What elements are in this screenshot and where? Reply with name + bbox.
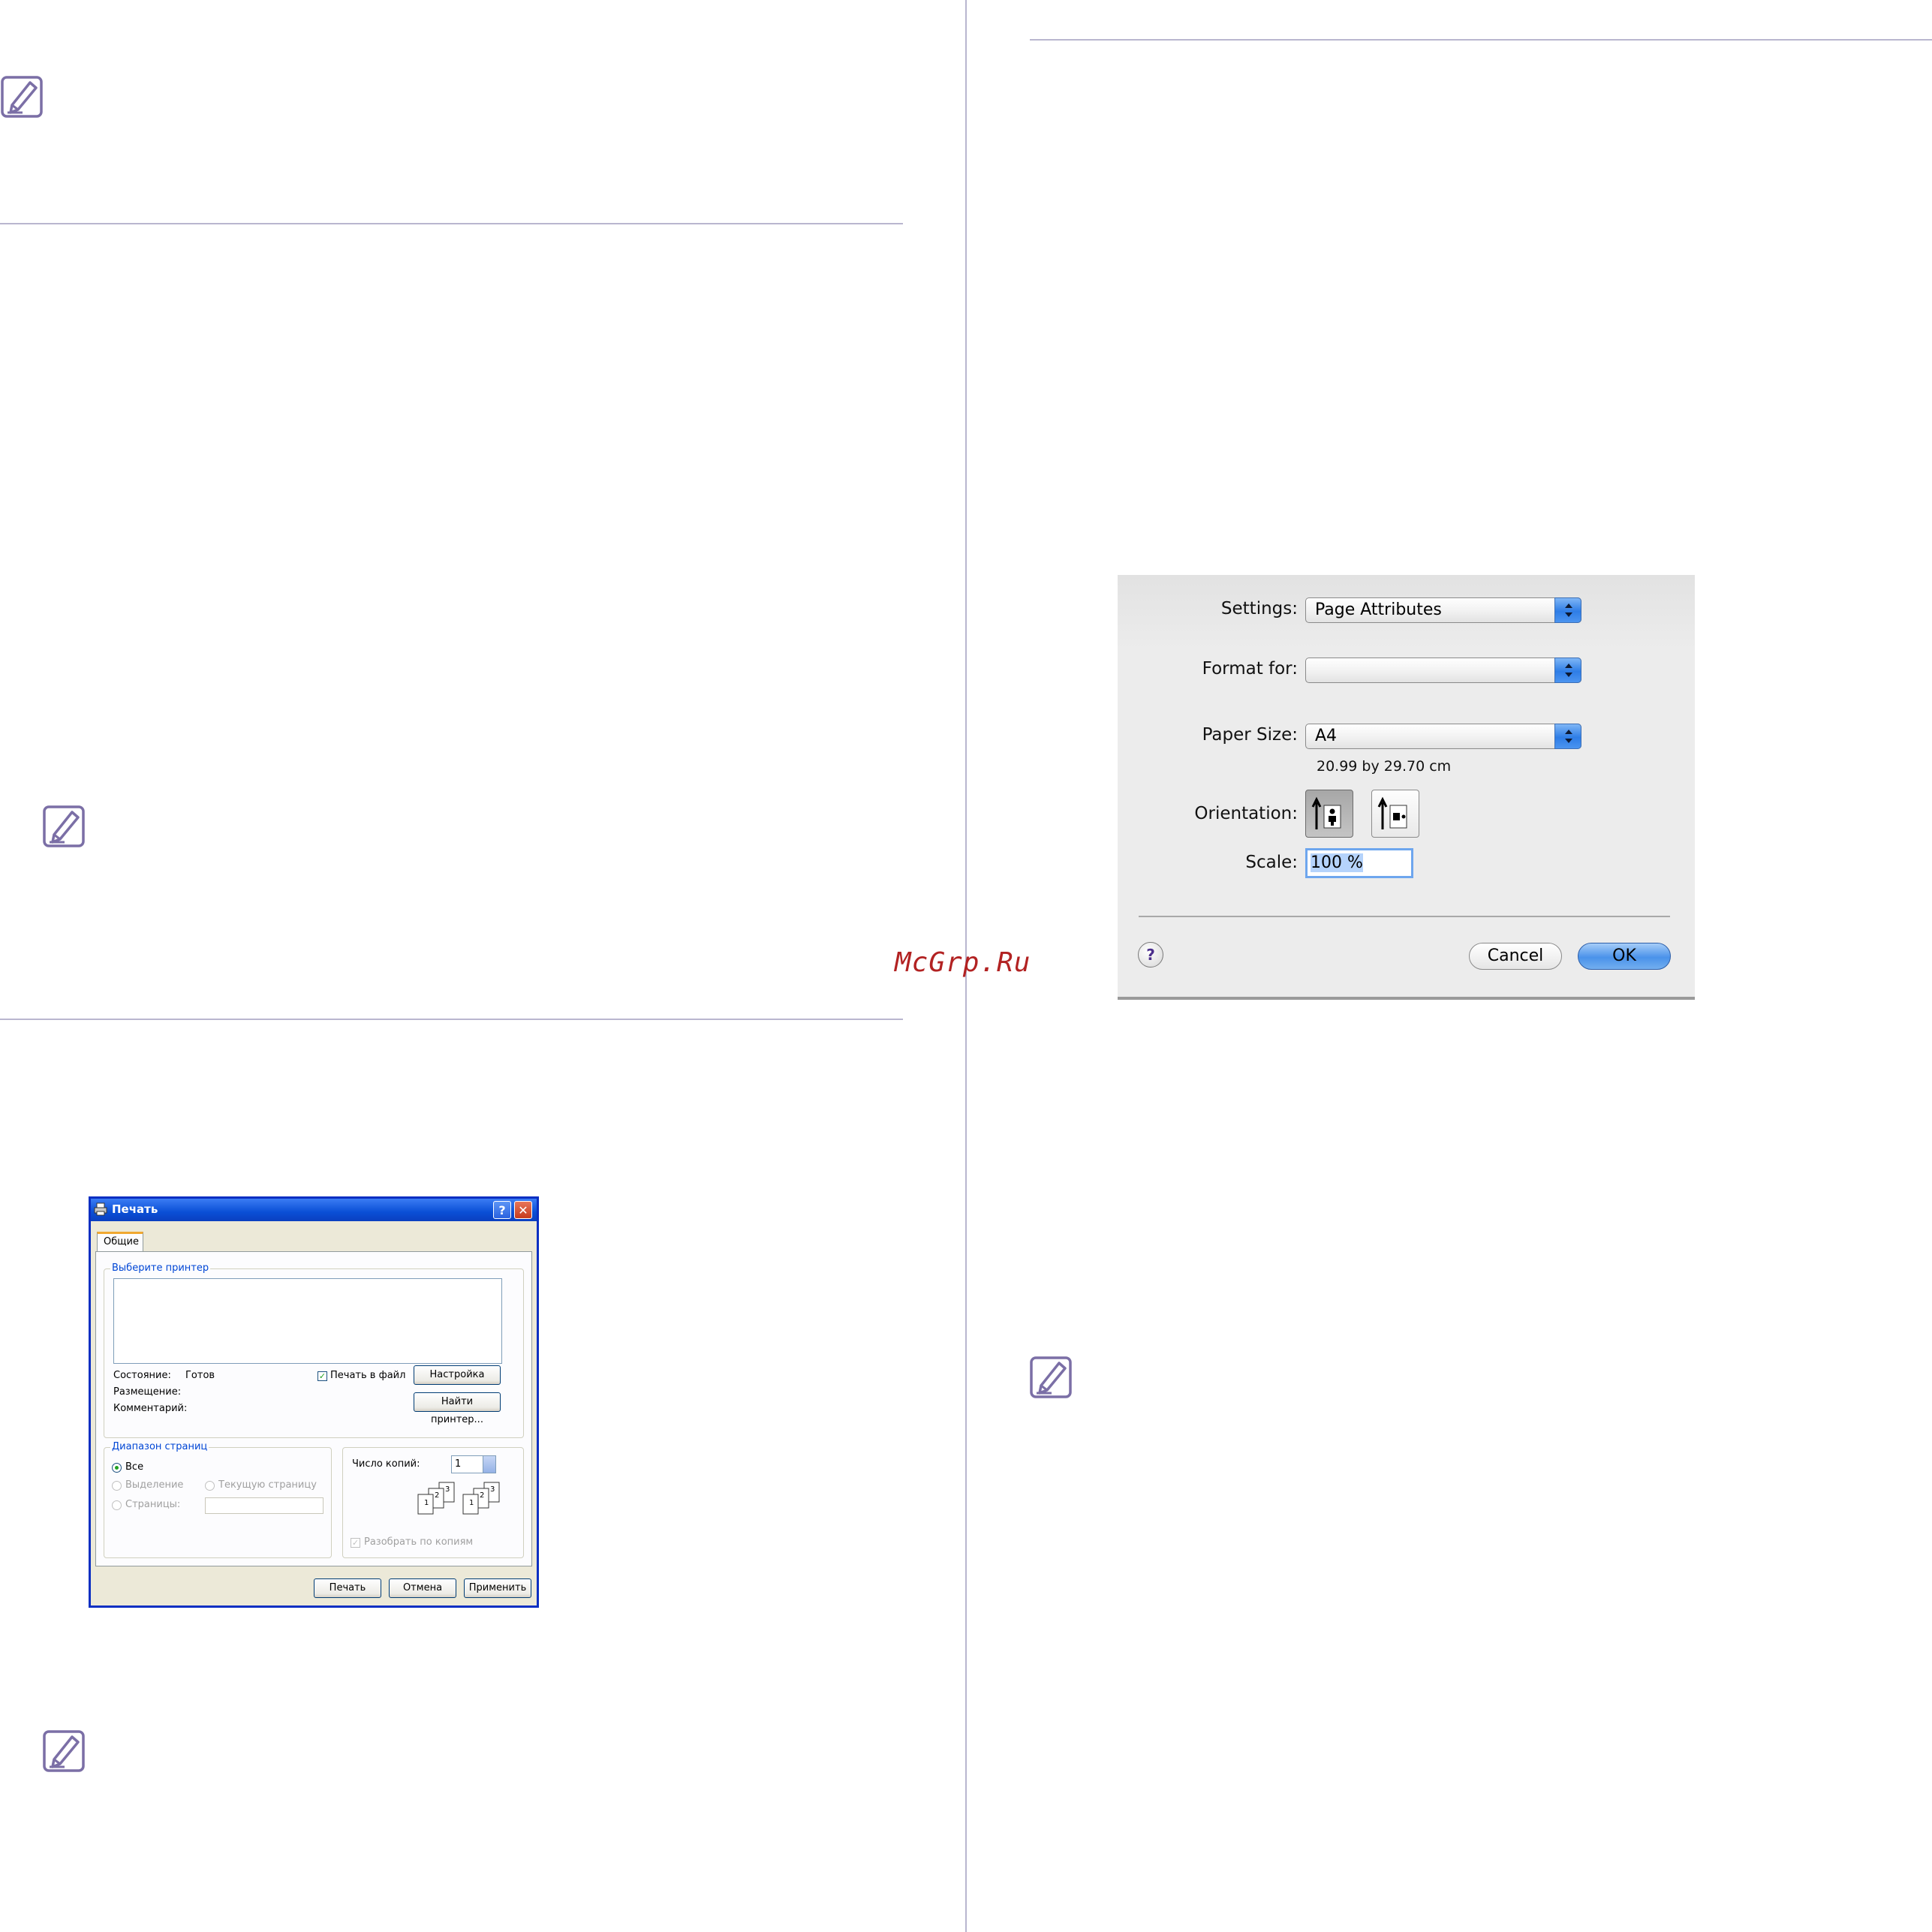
- rule-left-2: [0, 1019, 903, 1020]
- ok-button[interactable]: OK: [1578, 943, 1671, 970]
- paper-size-label: Paper Size:: [1202, 725, 1298, 745]
- popup-arrows-icon: [1554, 658, 1581, 683]
- printer-list[interactable]: [113, 1278, 502, 1364]
- printer-icon: [94, 1202, 107, 1216]
- tab-panel-general: Выберите принтер Состояние: Готов Размещ…: [95, 1251, 532, 1566]
- dialog-separator: [1139, 916, 1670, 917]
- note-icon: [1030, 1356, 1072, 1398]
- portrait-icon: [1311, 796, 1341, 829]
- paper-dimensions: 20.99 by 29.70 cm: [1317, 758, 1452, 775]
- dialog-title: Печать: [112, 1202, 158, 1216]
- scale-label: Scale:: [1245, 853, 1298, 872]
- watermark: McGrp.Ru: [895, 947, 1031, 978]
- dialog-title-bar[interactable]: Печать ? ✕: [91, 1199, 537, 1221]
- close-button[interactable]: ✕: [514, 1201, 532, 1219]
- range-pages-radio[interactable]: [112, 1500, 122, 1510]
- svg-text:3: 3: [490, 1485, 495, 1494]
- copies-label: Число копий:: [352, 1458, 420, 1470]
- settings-popup[interactable]: Page Attributes: [1305, 597, 1581, 623]
- format-for-popup[interactable]: [1305, 658, 1581, 683]
- status-label: Состояние:: [113, 1370, 171, 1381]
- landscape-icon: [1377, 796, 1407, 829]
- range-selection-radio[interactable]: [112, 1481, 122, 1491]
- find-printer-button[interactable]: Найти принтер...: [414, 1392, 501, 1425]
- print-dialog: Печать ? ✕ Общие Выберите принтер Состоя…: [89, 1196, 539, 1608]
- svg-text:3: 3: [445, 1485, 450, 1494]
- tab-general[interactable]: Общие: [97, 1232, 143, 1251]
- print-to-file-checkbox[interactable]: ✓: [317, 1371, 327, 1381]
- svg-text:2: 2: [435, 1491, 439, 1500]
- page-range-title: Диапазон страниц: [110, 1441, 209, 1452]
- page-setup-dialog: Settings: Page Attributes Format for: Pa…: [1118, 575, 1695, 1000]
- copies-spinner[interactable]: [483, 1456, 495, 1473]
- collate-icon: 3 2 1 3 2 1: [417, 1482, 500, 1515]
- settings-value: Page Attributes: [1315, 600, 1442, 619]
- location-label: Размещение:: [113, 1386, 182, 1398]
- print-button[interactable]: Печать: [314, 1578, 381, 1598]
- cancel-button[interactable]: Cancel: [1469, 943, 1562, 970]
- help-icon[interactable]: ?: [1138, 942, 1163, 968]
- range-pages-label[interactable]: Страницы:: [125, 1499, 180, 1510]
- note-icon: [43, 1730, 85, 1772]
- orientation-portrait-button[interactable]: [1305, 790, 1353, 838]
- printer-group: Выберите принтер Состояние: Готов Размещ…: [104, 1262, 524, 1438]
- orientation-label: Orientation:: [1194, 804, 1298, 823]
- copies-input[interactable]: 1: [451, 1455, 496, 1473]
- rule-left-1: [0, 223, 903, 224]
- svg-text:2: 2: [480, 1491, 484, 1500]
- print-to-file-label[interactable]: Печать в файл: [330, 1370, 405, 1381]
- format-for-label: Format for:: [1202, 659, 1298, 679]
- printer-group-title: Выберите принтер: [110, 1262, 211, 1274]
- scale-value: 100 %: [1311, 853, 1363, 872]
- range-current-label[interactable]: Текущую страницу: [218, 1479, 317, 1491]
- page-range-group: Диапазон страниц Все Выделение Текущую с…: [104, 1441, 332, 1558]
- paper-size-popup[interactable]: A4: [1305, 724, 1581, 749]
- range-current-radio[interactable]: [205, 1481, 215, 1491]
- note-icon: [43, 805, 85, 847]
- cancel-button[interactable]: Отмена: [389, 1578, 456, 1598]
- comment-label: Комментарий:: [113, 1403, 188, 1414]
- copies-value: 1: [455, 1458, 462, 1470]
- paper-size-value: A4: [1315, 727, 1338, 745]
- popup-arrows-icon: [1554, 597, 1581, 623]
- settings-label: Settings:: [1220, 599, 1298, 618]
- note-icon: [1, 76, 43, 118]
- collate-label[interactable]: Разобрать по копиям: [364, 1536, 473, 1548]
- settings-button[interactable]: Настройка: [414, 1365, 501, 1385]
- range-selection-label[interactable]: Выделение: [125, 1479, 183, 1491]
- collate-checkbox[interactable]: ✓: [351, 1538, 360, 1548]
- scale-input[interactable]: 100 %: [1305, 848, 1413, 878]
- range-all-radio[interactable]: [112, 1463, 122, 1473]
- rule-top-right: [1030, 39, 1932, 41]
- help-button[interactable]: ?: [493, 1201, 511, 1219]
- orientation-landscape-button[interactable]: [1371, 790, 1419, 838]
- range-all-label[interactable]: Все: [125, 1461, 143, 1473]
- svg-text:1: 1: [469, 1499, 474, 1507]
- status-value: Готов: [185, 1370, 215, 1381]
- apply-button[interactable]: Применить: [464, 1578, 531, 1598]
- popup-arrows-icon: [1554, 724, 1581, 749]
- svg-text:1: 1: [424, 1499, 429, 1507]
- range-pages-input[interactable]: [205, 1497, 324, 1514]
- copies-group: Число копий: 1 3 2 1 3 2 1 ✓ Разобрать п…: [342, 1447, 524, 1558]
